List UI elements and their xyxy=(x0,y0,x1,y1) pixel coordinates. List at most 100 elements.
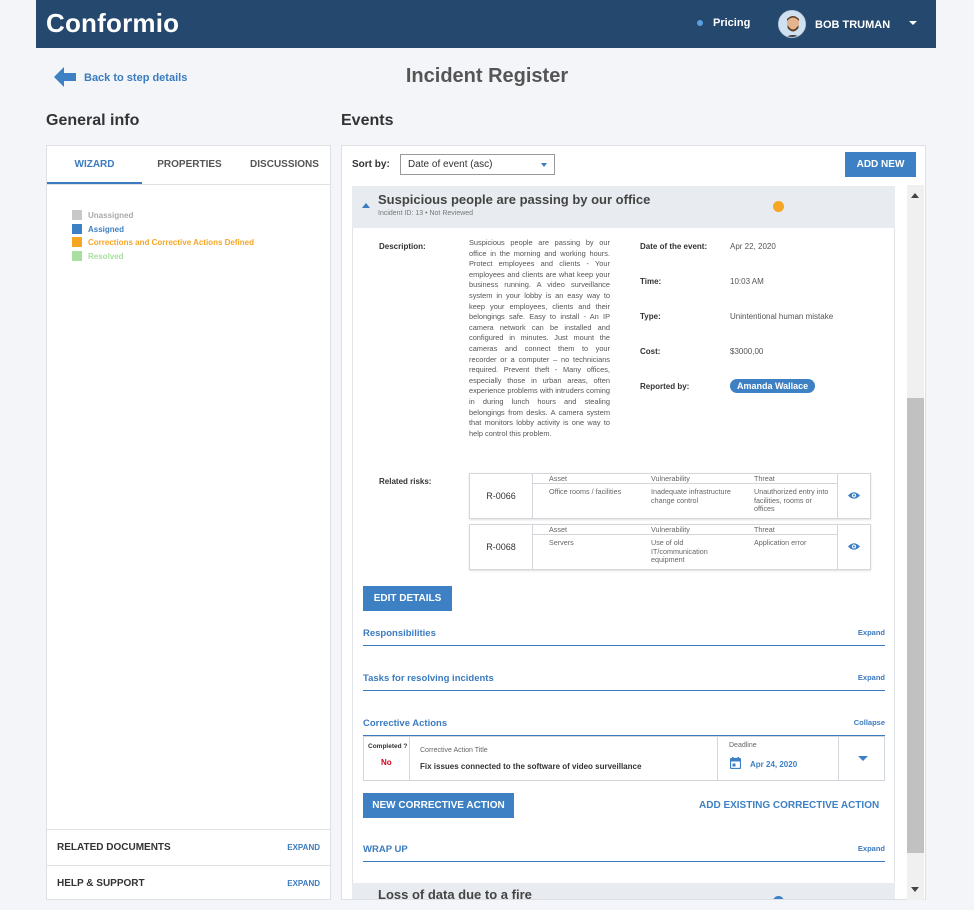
corrective-actions-row[interactable]: Corrective Actions Collapse xyxy=(363,715,885,736)
event-title: Suspicious people are passing by our off… xyxy=(378,192,651,207)
risk-id: R-0068 xyxy=(470,525,533,569)
app-logo[interactable]: Conformio xyxy=(46,8,179,39)
pricing-link[interactable]: Pricing xyxy=(713,17,750,29)
tab-discussions[interactable]: DISCUSSIONS xyxy=(237,146,332,184)
responsibilities-title: Responsibilities xyxy=(363,628,436,639)
risk-header-row: Asset Vulnerability Threat xyxy=(533,525,837,535)
legend-item-unassigned: Unassigned xyxy=(72,210,133,220)
event-header[interactable]: Loss of data due to a fire xyxy=(352,883,895,900)
avatar[interactable] xyxy=(778,10,806,38)
event-title: Loss of data due to a fire xyxy=(378,887,532,900)
corrective-action-card: Completed ? No Corrective Action Title F… xyxy=(363,736,885,781)
legend-label: Corrections and Corrective Actions Defin… xyxy=(88,237,254,247)
ca-deadline-label: Deadline xyxy=(729,742,757,749)
pricing-dot-icon xyxy=(697,20,703,26)
page-title: Incident Register xyxy=(405,65,569,87)
related-documents-label: RELATED DOCUMENTS xyxy=(57,842,171,853)
risk-asset: Servers xyxy=(549,538,574,547)
add-existing-corrective-action-link[interactable]: ADD EXISTING CORRECTIVE ACTION xyxy=(699,800,879,811)
eye-icon[interactable] xyxy=(848,491,860,500)
risk-card: R-0068 Asset Vulnerability Threat Server… xyxy=(469,524,871,570)
chevron-down-icon[interactable] xyxy=(909,21,917,25)
risk-vulnerability-header: Vulnerability xyxy=(651,474,690,483)
legend-swatch xyxy=(72,224,82,234)
risk-view-cell xyxy=(837,525,870,569)
help-support-expand[interactable]: EXPAND xyxy=(287,879,320,888)
related-documents-row[interactable]: RELATED DOCUMENTS EXPAND xyxy=(47,829,330,865)
scrollbar-thumb[interactable] xyxy=(907,398,924,853)
tasks-expand[interactable]: Expand xyxy=(858,673,885,682)
risk-vulnerability: Inadequate infrastructure change control xyxy=(651,487,731,505)
ca-title-cell: Corrective Action Title Fix issues conne… xyxy=(410,737,718,780)
legend-label: Unassigned xyxy=(88,210,134,220)
corrective-actions-title: Corrective Actions xyxy=(363,718,448,729)
new-corrective-action-button[interactable]: NEW CORRECTIVE ACTION xyxy=(363,793,514,818)
tasks-title: Tasks for resolving incidents xyxy=(363,673,494,684)
general-info-heading: General info xyxy=(46,112,140,129)
chevron-down-icon[interactable] xyxy=(858,756,868,761)
collapse-icon[interactable] xyxy=(362,899,370,900)
type-label: Type: xyxy=(640,312,661,321)
risk-threat: Unauthorized entry into facilities, room… xyxy=(754,487,829,514)
scroll-up-icon[interactable] xyxy=(911,193,919,198)
tabs-divider xyxy=(47,184,330,185)
corrective-actions-collapse[interactable]: Collapse xyxy=(854,718,885,727)
risk-threat: Application error xyxy=(754,538,807,547)
eye-icon[interactable] xyxy=(848,542,860,551)
tab-properties[interactable]: PROPERTIES xyxy=(142,146,237,184)
calendar-icon[interactable] xyxy=(730,757,741,769)
ca-title-label: Corrective Action Title xyxy=(420,747,488,754)
status-dot-icon xyxy=(773,201,784,212)
top-bar: Conformio Pricing BOB TRUMAN xyxy=(36,0,936,48)
ca-title[interactable]: Fix issues connected to the software of … xyxy=(420,762,641,771)
ca-expand-cell[interactable] xyxy=(838,737,884,780)
risk-view-cell xyxy=(837,474,870,518)
help-support-row[interactable]: HELP & SUPPORT EXPAND xyxy=(47,865,330,901)
risk-asset-header: Asset xyxy=(549,525,567,534)
legend-item-corrections: Corrections and Corrective Actions Defin… xyxy=(72,237,254,247)
risk-card: R-0066 Asset Vulnerability Threat Office… xyxy=(469,473,871,519)
wrap-up-row[interactable]: WRAP UP Expand xyxy=(363,841,885,862)
time-label: Time: xyxy=(640,277,662,286)
collapse-icon[interactable] xyxy=(362,203,370,208)
ca-deadline-value[interactable]: Apr 24, 2020 xyxy=(750,760,797,769)
ca-completed-cell: Completed ? No xyxy=(364,737,410,780)
reported-by-label: Reported by: xyxy=(640,382,690,391)
legend-swatch xyxy=(72,210,82,220)
sort-select-value: Date of event (asc) xyxy=(408,159,493,170)
edit-details-button[interactable]: EDIT DETAILS xyxy=(363,586,452,611)
user-avatar-icon xyxy=(779,11,805,37)
user-name[interactable]: BOB TRUMAN xyxy=(815,19,890,31)
type-value: Unintentional human mistake xyxy=(730,312,834,321)
ca-completed-value[interactable]: No xyxy=(381,758,392,767)
event-header[interactable]: Suspicious people are passing by our off… xyxy=(352,186,895,228)
reporter-badge[interactable]: Amanda Wallace xyxy=(730,379,816,393)
sort-by-label: Sort by: xyxy=(352,159,390,170)
risk-header-row: Asset Vulnerability Threat xyxy=(533,474,837,484)
add-new-button[interactable]: ADD NEW xyxy=(845,152,916,177)
risk-id: R-0066 xyxy=(470,474,533,518)
wrap-up-expand[interactable]: Expand xyxy=(858,844,885,853)
tasks-row[interactable]: Tasks for resolving incidents Expand xyxy=(363,670,885,691)
description-text: Suspicious people are passing by our off… xyxy=(469,238,610,438)
scroll-down-icon[interactable] xyxy=(911,887,919,892)
responsibilities-expand[interactable]: Expand xyxy=(858,628,885,637)
legend-swatch xyxy=(72,251,82,261)
ca-deadline-cell: Deadline Apr 24, 2020 xyxy=(718,737,838,780)
related-documents-expand[interactable]: EXPAND xyxy=(287,843,320,852)
help-support-label: HELP & SUPPORT xyxy=(57,878,145,889)
events-heading: Events xyxy=(341,112,394,129)
responsibilities-row[interactable]: Responsibilities Expand xyxy=(363,625,885,646)
legend-label: Resolved xyxy=(88,251,124,261)
related-risks-label: Related risks: xyxy=(379,477,432,486)
wrap-up-title: WRAP UP xyxy=(363,844,408,855)
legend-swatch xyxy=(72,237,82,247)
date-label: Date of the event: xyxy=(640,242,708,251)
status-dot-icon xyxy=(773,896,784,899)
events-panel: Sort by: Date of event (asc) ADD NEW Sus… xyxy=(341,145,926,900)
risk-vulnerability: Use of old IT/communication equipment xyxy=(651,538,708,565)
tab-wizard[interactable]: WIZARD xyxy=(47,146,142,184)
sort-select[interactable]: Date of event (asc) xyxy=(400,154,555,175)
legend-item-resolved: Resolved xyxy=(72,251,124,261)
legend-item-assigned: Assigned xyxy=(72,224,124,234)
